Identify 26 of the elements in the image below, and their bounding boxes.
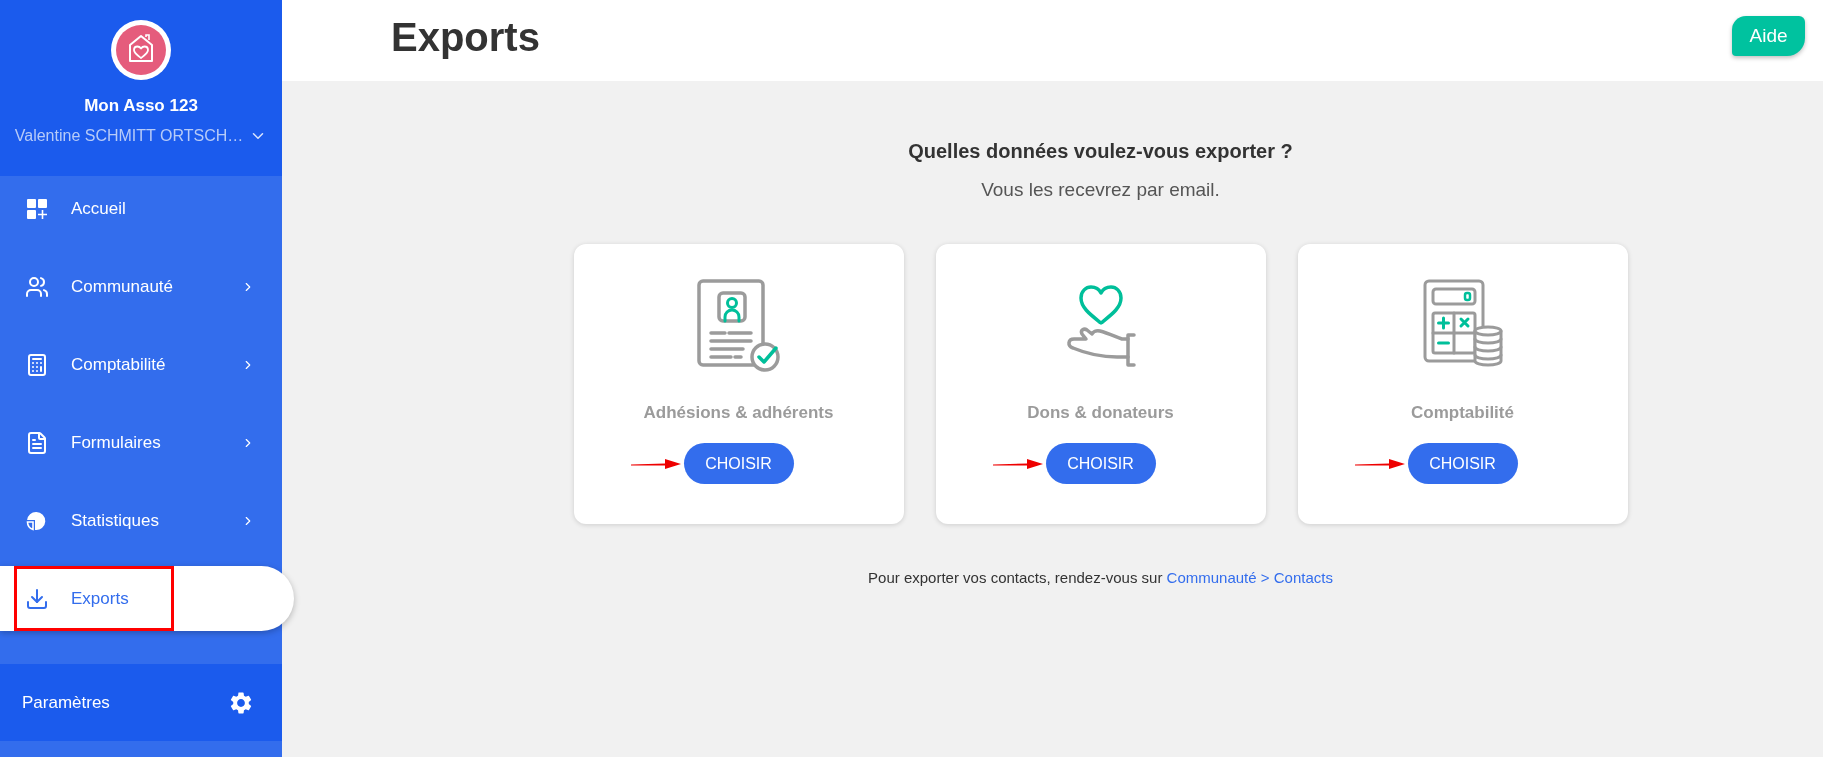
- choose-button[interactable]: CHOISIR: [1045, 443, 1156, 484]
- nav-item[interactable]: Accueil: [0, 176, 282, 241]
- choose-button[interactable]: CHOISIR: [683, 443, 794, 484]
- logo-icon: [111, 20, 171, 80]
- user-menu-button[interactable]: Valentine SCHMITT ORTSCH…: [14, 126, 268, 146]
- choose-button[interactable]: CHOISIR: [1407, 443, 1518, 484]
- users-icon: [25, 274, 49, 299]
- export-subheading: Vous les recevrez par email.: [981, 178, 1220, 202]
- nav-item[interactable]: Formulaires: [0, 410, 282, 475]
- contacts-link[interactable]: Communauté > Contacts: [1166, 569, 1333, 586]
- calculator-icon: [25, 352, 49, 377]
- nav-item[interactable]: Comptabilité: [0, 332, 282, 397]
- organization-name: Mon Asso 123: [84, 96, 198, 116]
- page-title: Exports: [391, 14, 540, 60]
- card-title: Comptabilité: [1411, 402, 1514, 424]
- export-heading: Quelles données voulez-vous exporter ?: [908, 139, 1293, 163]
- nav-item[interactable]: Communauté: [0, 254, 282, 319]
- document-icon: [25, 430, 49, 455]
- download-icon: [25, 586, 49, 611]
- card-title: Adhésions & adhérents: [643, 402, 834, 424]
- card-title: Dons & donateurs: [1027, 402, 1174, 424]
- grid-plus-icon: [25, 196, 49, 221]
- settings-button[interactable]: Paramètres: [0, 664, 282, 741]
- export-contacts-note: Pour exporter vos contacts, rendez-vous sur Communauté > Contacts: [868, 568, 1333, 588]
- nav-item[interactable]: Exports: [0, 566, 294, 631]
- nav-item[interactable]: Statistiques: [0, 488, 282, 553]
